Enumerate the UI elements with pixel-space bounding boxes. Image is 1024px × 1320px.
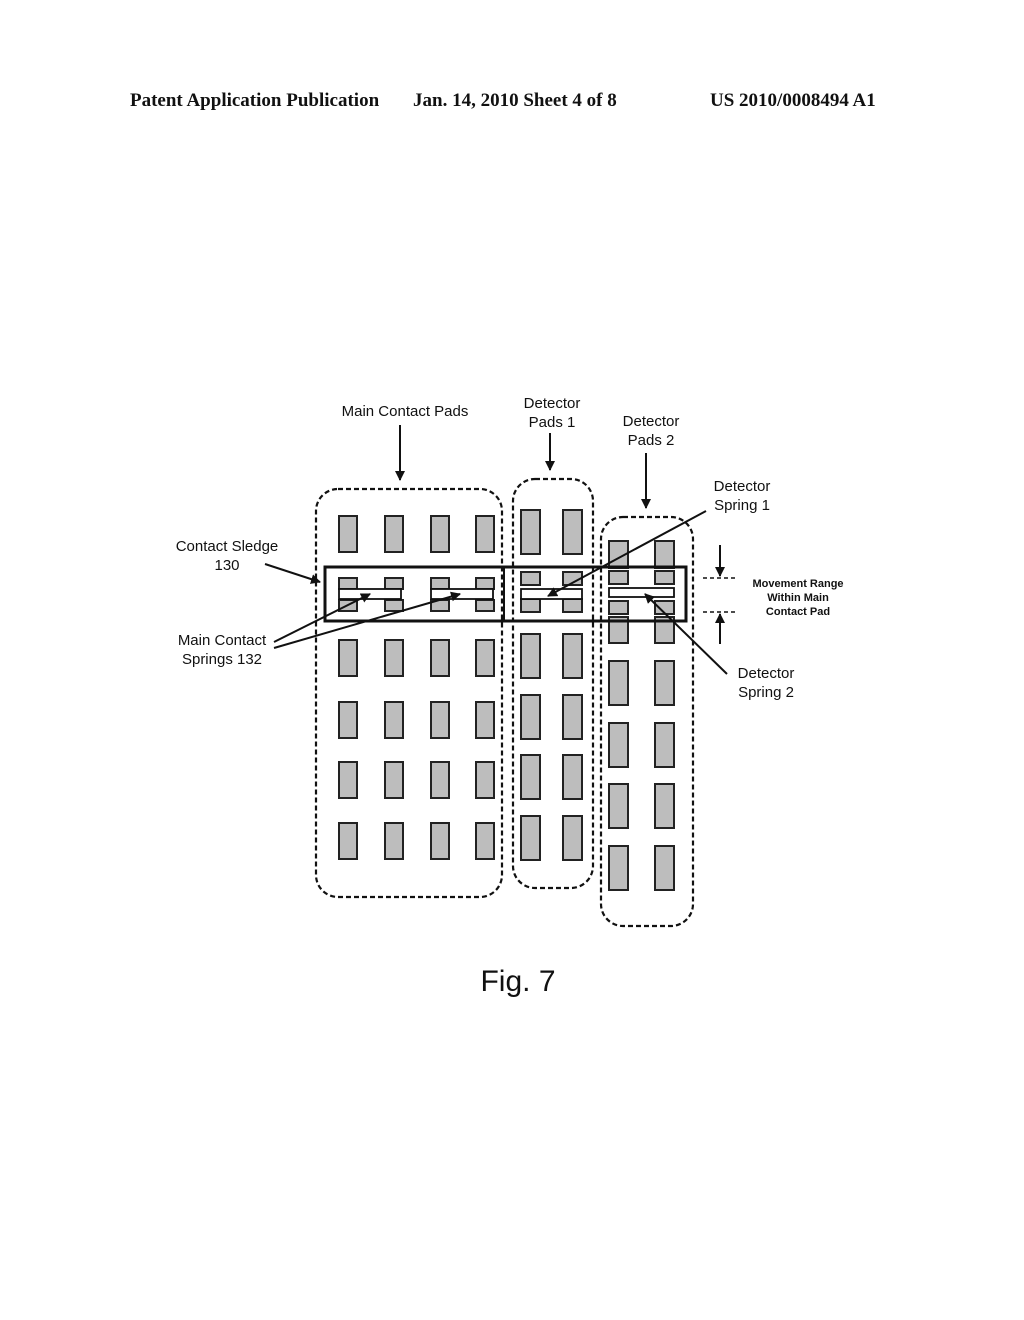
main-contact-pad — [338, 701, 358, 739]
detector-pad-1 — [562, 815, 583, 861]
detector-pad-2 — [654, 540, 675, 569]
detector-pad-2 — [654, 845, 675, 891]
detector-pad-1 — [520, 754, 541, 800]
label-detector-pads-2-line2: Pads 2 — [628, 432, 675, 449]
main-contact-pad — [384, 577, 404, 590]
main-contact-pad — [475, 577, 495, 590]
detector-pad-2 — [654, 783, 675, 829]
main-contact-pad — [475, 822, 495, 860]
main-contact-pad — [475, 761, 495, 799]
main-contact-pad — [338, 822, 358, 860]
main-contact-pad — [475, 639, 495, 677]
detector-pad-2 — [654, 722, 675, 768]
main-contact-pad — [384, 639, 404, 677]
arrow-contact-sledge — [264, 563, 321, 584]
detector-pad-1 — [562, 509, 583, 555]
main-contact-spring — [430, 588, 494, 600]
detector-pad-1 — [520, 509, 541, 555]
main-contact-pad — [338, 761, 358, 799]
main-contact-pad — [430, 761, 450, 799]
detector-pad-1 — [562, 633, 583, 679]
detector-pad-1 — [520, 633, 541, 679]
detector-pad-2 — [654, 660, 675, 706]
main-contact-pad — [338, 577, 358, 590]
label-detector-spring-2-line2: Spring 2 — [738, 684, 794, 701]
label-detector-spring-1-line1: Detector — [714, 478, 771, 495]
label-detector-pads-1-line2: Pads 1 — [529, 414, 576, 431]
detector-pad-1 — [520, 815, 541, 861]
figure-7-diagram: Main Contact Pads Detector Pads 1 Detect… — [176, 395, 844, 998]
main-contact-pad — [384, 515, 404, 553]
detector-pad-1 — [520, 694, 541, 740]
main-contact-pad — [475, 701, 495, 739]
main-contact-pad — [384, 822, 404, 860]
label-movement-range-line1: Movement Range — [752, 578, 843, 590]
label-main-contact-pads: Main Contact Pads — [342, 403, 469, 420]
label-main-contact-springs-line2: Springs 132 — [182, 651, 262, 668]
detector-pad-2 — [608, 660, 629, 706]
detector-pad-2 — [608, 570, 629, 585]
main-contact-pad — [475, 599, 495, 612]
label-detector-spring-1-line2: Spring 1 — [714, 497, 770, 514]
label-detector-spring-2-line1: Detector — [738, 665, 795, 682]
main-contact-pad — [338, 515, 358, 553]
detector-pad-1 — [520, 571, 541, 586]
main-contact-pad — [430, 577, 450, 590]
detector-pad-1 — [562, 598, 583, 613]
label-detector-pads-2-line1: Detector — [623, 413, 680, 430]
detector-pad-2 — [608, 600, 629, 615]
figure-caption: Fig. 7 — [480, 965, 555, 998]
detector-spring-2 — [608, 587, 675, 598]
detector-pad-2 — [608, 722, 629, 768]
label-contact-sledge-line2: 130 — [214, 557, 239, 574]
detector-pad-1 — [520, 598, 541, 613]
label-contact-sledge-line1: Contact Sledge — [176, 538, 279, 555]
label-main-contact-springs-line1: Main Contact — [178, 632, 267, 649]
main-contact-pad — [430, 701, 450, 739]
main-contact-pad — [430, 822, 450, 860]
main-contact-pad — [384, 701, 404, 739]
main-contact-pad — [475, 515, 495, 553]
main-contact-pad — [384, 761, 404, 799]
main-contact-pad — [430, 639, 450, 677]
detector-pad-2 — [608, 845, 629, 891]
detector-pad-1 — [562, 694, 583, 740]
label-movement-range-line3: Contact Pad — [766, 606, 830, 618]
main-contact-pad — [338, 639, 358, 677]
label-movement-range-line2: Within Main — [767, 592, 829, 604]
main-contact-pad — [384, 599, 404, 612]
detector-pad-2 — [654, 570, 675, 585]
detector-pad-2 — [608, 783, 629, 829]
label-detector-pads-1-line1: Detector — [524, 395, 581, 412]
detector-pad-1 — [562, 754, 583, 800]
main-contact-pad — [430, 515, 450, 553]
